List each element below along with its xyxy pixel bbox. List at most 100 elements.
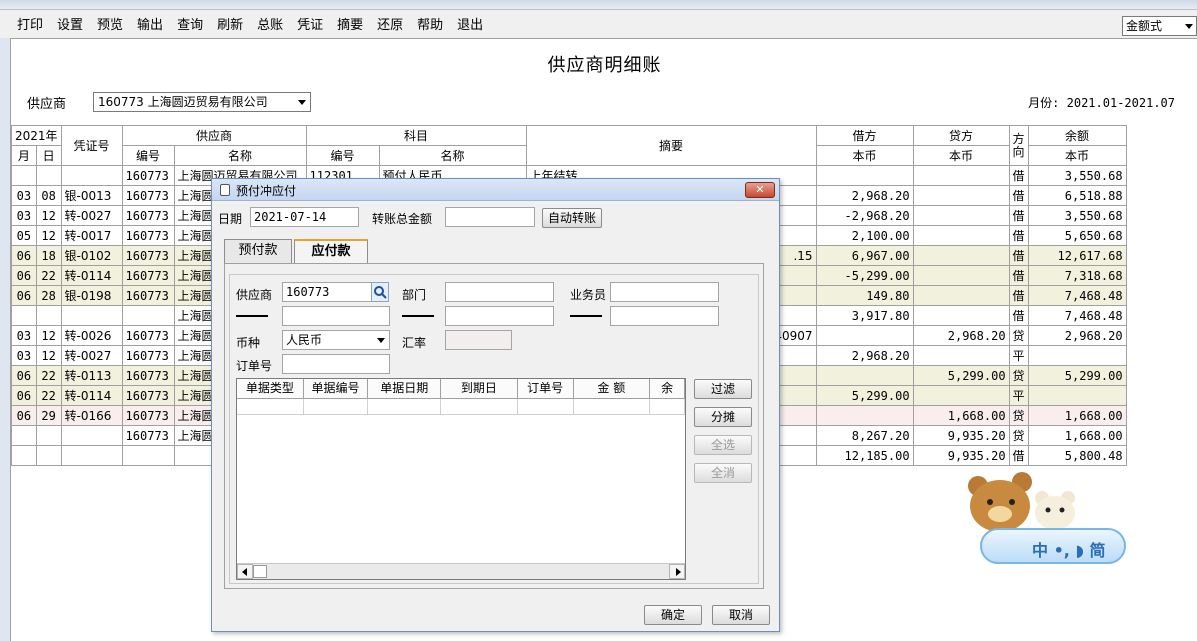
balance-cell: 7,318.68 <box>1027 265 1127 286</box>
voucher-cell: 银-0102 <box>60 245 123 266</box>
debit-cell <box>815 405 914 426</box>
help-button[interactable]: 帮助 <box>410 13 450 37</box>
supplier-search-button[interactable] <box>371 282 389 302</box>
direction-cell: 贷 <box>1008 325 1029 346</box>
department-label: 部门 <box>402 288 427 302</box>
direction-cell: 贷 <box>1008 425 1029 446</box>
debit-cell: -2,968.20 <box>815 205 914 226</box>
separator-dash <box>402 315 434 317</box>
month-cell <box>11 165 37 186</box>
day-cell: 22 <box>35 365 62 386</box>
col-due-date[interactable]: 到期日 <box>441 379 518 398</box>
supplier-code-cell: 160773 <box>121 285 175 306</box>
date-input[interactable]: 2021-07-14 <box>250 207 359 227</box>
voucher-cell: 转-0017 <box>60 225 123 246</box>
month-header: 月 <box>11 145 37 166</box>
dialog-titlebar[interactable]: 预付冲应付 ✕ <box>212 179 779 201</box>
voucher-cell: 转-0026 <box>60 325 123 346</box>
col-doc-type[interactable]: 单据类型 <box>237 379 304 398</box>
col-order-number[interactable]: 订单号 <box>518 379 574 398</box>
preview-button[interactable]: 预览 <box>90 13 130 37</box>
exit-button[interactable]: 退出 <box>450 13 490 37</box>
col-doc-date[interactable]: 单据日期 <box>368 379 442 398</box>
salesman-label: 业务员 <box>570 288 607 302</box>
debit-cell: -5,299.00 <box>815 265 914 286</box>
salesman-input[interactable] <box>610 282 719 302</box>
col-amount[interactable]: 金 额 <box>574 379 651 398</box>
direction-cell: 借 <box>1008 165 1029 186</box>
scroll-left-icon[interactable] <box>237 564 253 579</box>
supplier-name-input[interactable] <box>282 306 390 326</box>
credit-currency-header: 本币 <box>912 145 1010 166</box>
query-button[interactable]: 查询 <box>170 13 210 37</box>
day-cell <box>35 425 62 446</box>
cancel-button[interactable]: 取消 <box>712 605 770 625</box>
auto-transfer-button[interactable]: 自动转账 <box>542 208 602 228</box>
separator-dash <box>236 315 268 317</box>
display-mode-select[interactable]: 金额式 <box>1122 16 1197 36</box>
department-input[interactable] <box>445 282 554 302</box>
report-title: 供应商明细账 <box>547 55 662 76</box>
ok-button[interactable]: 确定 <box>644 605 702 625</box>
settings-button[interactable]: 设置 <box>50 13 90 37</box>
order-number-input[interactable] <box>282 354 390 374</box>
ime-label[interactable]: 中 •, ◗ 简 <box>1032 537 1105 561</box>
currency-select[interactable]: 人民币 <box>282 330 390 350</box>
filter-button[interactable]: 过滤 <box>694 379 752 399</box>
balance-cell: 7,468.48 <box>1027 285 1127 306</box>
credit-cell <box>912 225 1010 246</box>
window-icon <box>220 184 230 196</box>
balance-cell: 1,668.00 <box>1027 405 1127 426</box>
scroll-thumb[interactable] <box>253 565 267 578</box>
deselect-all-button[interactable]: 全消 <box>694 463 752 483</box>
general-ledger-button[interactable]: 总账 <box>250 13 290 37</box>
tab-prepayment[interactable]: 预付款 <box>224 239 292 263</box>
credit-cell: 1,668.00 <box>912 405 1010 426</box>
salesman-name-input[interactable] <box>610 306 719 326</box>
day-cell: 12 <box>35 325 62 346</box>
balance-currency-header: 本币 <box>1027 145 1127 166</box>
export-button[interactable]: 输出 <box>130 13 170 37</box>
allocate-button[interactable]: 分摊 <box>694 407 752 427</box>
subject-code-header: 编号 <box>305 145 380 166</box>
scroll-right-icon[interactable] <box>669 564 685 579</box>
select-all-button[interactable]: 全选 <box>694 435 752 455</box>
tab-payable[interactable]: 应付款 <box>294 239 368 263</box>
restore-button[interactable]: 还原 <box>370 13 410 37</box>
balance-cell: 12,617.68 <box>1027 245 1127 266</box>
supplier-select[interactable]: 160773 上海圆迈贸易有限公司 <box>93 92 311 112</box>
print-button[interactable]: 打印 <box>10 13 50 37</box>
department-name-input[interactable] <box>445 306 554 326</box>
total-amount-input[interactable] <box>445 207 535 227</box>
supplier-code-cell: 160773 <box>121 205 175 226</box>
close-button[interactable]: ✕ <box>745 182 775 198</box>
credit-header: 贷方 <box>912 125 1010 146</box>
debit-cell: 3,917.80 <box>815 305 914 326</box>
left-edge-strip <box>0 38 10 641</box>
supplier-code-input[interactable]: 160773 <box>282 282 372 302</box>
supplier-code-cell <box>121 445 175 466</box>
balance-cell: 1,668.00 <box>1027 425 1127 446</box>
debit-cell: 2,968.20 <box>815 345 914 366</box>
supplier-code-cell: 160773 <box>121 345 175 366</box>
refresh-button[interactable]: 刷新 <box>210 13 250 37</box>
voucher-button[interactable]: 凭证 <box>290 13 330 37</box>
month-cell: 06 <box>11 285 37 306</box>
debit-cell: 6,967.00 <box>815 245 914 266</box>
credit-cell <box>912 265 1010 286</box>
document-grid-row[interactable] <box>237 399 685 415</box>
col-doc-number[interactable]: 单据编号 <box>304 379 369 398</box>
summary-button[interactable]: 摘要 <box>330 13 370 37</box>
month-cell: 05 <box>11 225 37 246</box>
horizontal-scrollbar[interactable] <box>237 563 685 579</box>
voucher-cell <box>60 305 123 326</box>
month-cell: 06 <box>11 405 37 426</box>
credit-cell <box>912 245 1010 266</box>
day-cell: 28 <box>35 285 62 306</box>
credit-cell <box>912 305 1010 326</box>
voucher-cell: 银-0198 <box>60 285 123 306</box>
col-balance[interactable]: 余 <box>650 379 685 398</box>
subject-name-header: 名称 <box>378 145 527 166</box>
voucher-cell: 转-0114 <box>60 265 123 286</box>
debit-currency-header: 本币 <box>815 145 914 166</box>
